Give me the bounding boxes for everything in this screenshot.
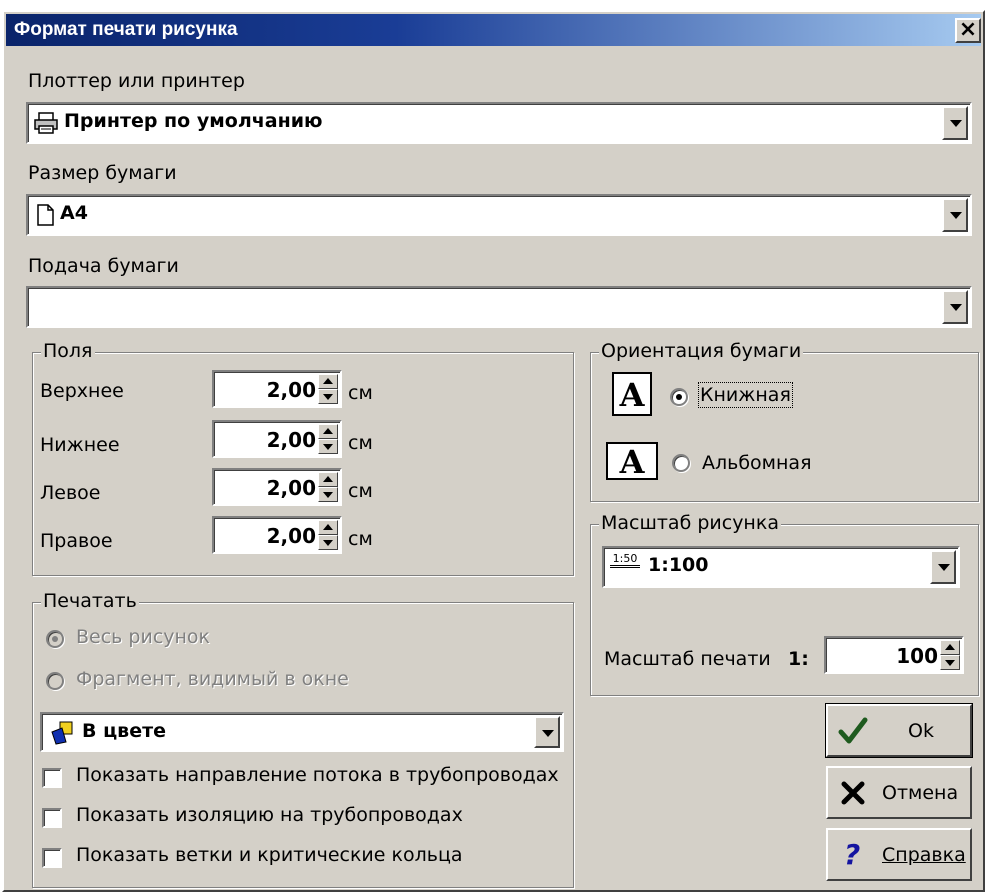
margins-group-title: Поля — [41, 340, 95, 362]
print-format-dialog: Формат печати рисунка × Плоттер или прин… — [2, 10, 985, 892]
flow-direction-checkbox[interactable] — [42, 768, 62, 788]
landscape-page-icon: A — [606, 442, 658, 480]
title-bar[interactable]: Формат печати рисунка × — [6, 14, 981, 46]
printer-icon — [34, 112, 58, 134]
margin-top-value: 2,00 — [266, 378, 316, 402]
margin-right-down-button[interactable] — [318, 535, 338, 550]
landscape-radio[interactable] — [672, 454, 690, 472]
margin-bottom-up-button[interactable] — [318, 424, 338, 439]
scale-select[interactable]: 1:50 1:100 — [602, 546, 960, 588]
margin-left-label: Левое — [40, 482, 101, 504]
color-mode-dropdown-button[interactable] — [534, 716, 560, 748]
checkmark-icon — [838, 717, 868, 744]
print-scale-value: 100 — [896, 644, 938, 668]
branches-checkbox[interactable] — [42, 848, 62, 868]
margin-left-up-button[interactable] — [318, 472, 338, 487]
paper-feed-label: Подача бумаги — [28, 255, 179, 277]
paper-size-dropdown-button[interactable] — [942, 198, 968, 232]
cancel-label: Отмена — [882, 782, 959, 804]
portrait-label[interactable]: Книжная — [698, 382, 793, 408]
print-scale-label: Масштаб печати — [604, 648, 771, 670]
margin-top-label: Верхнее — [40, 380, 124, 402]
margin-bottom-value: 2,00 — [266, 428, 316, 452]
print-all-radio[interactable] — [46, 630, 64, 648]
page-icon — [37, 204, 54, 226]
paper-feed-select[interactable] — [26, 286, 972, 328]
flow-direction-label[interactable]: Показать направление потока в трубопрово… — [76, 764, 559, 786]
paper-size-label: Размер бумаги — [28, 162, 177, 184]
printer-dropdown-button[interactable] — [942, 106, 968, 140]
ok-button[interactable]: Ok — [825, 703, 973, 758]
margin-bottom-unit: см — [348, 432, 373, 454]
margin-top-down-button[interactable] — [318, 389, 338, 404]
window-title: Формат печати рисунка — [14, 19, 238, 40]
cancel-x-icon — [841, 781, 865, 805]
margin-right-spinner[interactable]: 2,00 — [212, 516, 342, 554]
margin-right-value: 2,00 — [266, 524, 316, 548]
paper-feed-dropdown-button[interactable] — [942, 290, 968, 324]
orientation-group-title: Ориентация бумаги — [599, 340, 804, 362]
landscape-label[interactable]: Альбомная — [702, 452, 812, 474]
insulation-label[interactable]: Показать изоляцию на трубопроводах — [76, 804, 463, 826]
close-button[interactable]: × — [955, 17, 981, 43]
margin-left-unit: см — [348, 480, 373, 502]
printer-select[interactable]: Принтер по умолчанию — [26, 102, 972, 144]
help-question-icon: ? — [844, 838, 861, 871]
help-button[interactable]: ? Справка — [826, 828, 972, 881]
margin-right-unit: см — [348, 528, 373, 550]
paper-size-value: A4 — [60, 202, 88, 224]
print-scale-down-button[interactable] — [940, 655, 960, 670]
print-fragment-label: Фрагмент, видимый в окне — [76, 668, 349, 690]
print-scale-up-button[interactable] — [940, 640, 960, 655]
portrait-page-icon: A — [612, 372, 652, 416]
print-group-title: Печатать — [41, 590, 139, 612]
color-fill-icon — [51, 721, 73, 745]
margin-left-value: 2,00 — [266, 476, 316, 500]
margin-right-up-button[interactable] — [318, 520, 338, 535]
cancel-button[interactable]: Отмена — [826, 766, 972, 819]
portrait-radio[interactable] — [670, 388, 688, 406]
ok-label: Ok — [908, 720, 934, 742]
print-scale-prefix: 1: — [788, 648, 809, 670]
scale-dropdown-button[interactable] — [930, 550, 956, 584]
branches-label[interactable]: Показать ветки и критические кольца — [76, 844, 463, 866]
margin-right-label: Правое — [40, 530, 113, 552]
scale-group-title: Масштаб рисунка — [599, 512, 781, 534]
print-fragment-radio[interactable] — [46, 672, 64, 690]
color-mode-select[interactable]: В цвете — [40, 712, 564, 752]
margin-left-down-button[interactable] — [318, 487, 338, 502]
help-label: Справка — [882, 844, 966, 866]
margin-bottom-down-button[interactable] — [318, 439, 338, 454]
close-icon: × — [958, 17, 978, 42]
color-mode-value: В цвете — [82, 720, 166, 742]
margin-bottom-label: Нижнее — [40, 434, 120, 456]
insulation-checkbox[interactable] — [42, 808, 62, 828]
margin-bottom-spinner[interactable]: 2,00 — [212, 420, 342, 458]
print-scale-spinner[interactable]: 100 — [824, 636, 964, 674]
scale-icon: 1:50 — [610, 553, 640, 568]
margin-top-unit: см — [348, 382, 373, 404]
margin-left-spinner[interactable]: 2,00 — [212, 468, 342, 506]
scale-value: 1:100 — [648, 554, 709, 576]
paper-size-select[interactable]: A4 — [26, 194, 972, 236]
printer-label: Плоттер или принтер — [28, 70, 245, 92]
print-all-label: Весь рисунок — [76, 626, 211, 648]
printer-value: Принтер по умолчанию — [64, 110, 323, 132]
margin-top-up-button[interactable] — [318, 374, 338, 389]
margin-top-spinner[interactable]: 2,00 — [212, 370, 342, 408]
